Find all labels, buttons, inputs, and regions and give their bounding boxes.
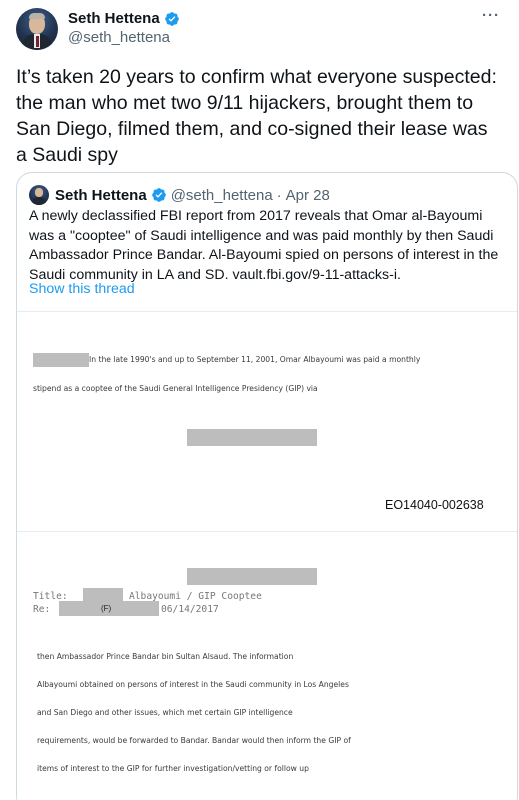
redaction-block	[33, 353, 89, 367]
author-avatar[interactable]	[16, 8, 58, 50]
tweet-text: It’s taken 20 years to confirm what ever…	[16, 66, 497, 166]
quoted-tweet[interactable]: Seth Hettena @seth_hettena · Apr 28 A ne…	[16, 172, 518, 800]
redaction-block	[187, 568, 317, 585]
verified-badge-icon	[164, 11, 179, 26]
more-horizontal-icon[interactable]: ···	[479, 8, 503, 28]
document-line: requirements, would be forwarded to Band…	[37, 736, 351, 745]
document-line: and San Diego and other issues, which me…	[37, 708, 293, 717]
author-handle[interactable]: @seth_hettena	[68, 29, 170, 46]
quoted-tweet-text: A newly declassified FBI report from 201…	[29, 208, 499, 283]
document-line: In the late 1990's and up to September 1…	[89, 355, 421, 364]
document-line: then Ambassador Prince Bandar bin Sultan…	[37, 652, 294, 661]
quoted-tweet-date[interactable]: Apr 28	[286, 187, 330, 204]
document-line: items of interest to the GIP for further…	[37, 764, 309, 773]
separator-dot: ·	[276, 186, 282, 204]
show-thread-link[interactable]: Show this thread	[29, 281, 135, 297]
author-name-row[interactable]: Seth Hettena	[68, 10, 180, 27]
tweet-header: Seth Hettena @seth_hettena ···	[16, 8, 503, 52]
page-divider	[17, 531, 517, 532]
re-date: 06/14/2017	[161, 604, 219, 615]
quoted-author-handle: @seth_hettena	[170, 186, 273, 204]
author-name[interactable]: Seth Hettena	[68, 10, 160, 27]
verified-badge-icon	[151, 188, 166, 202]
exemption-label: (F)	[101, 604, 112, 613]
document-line: Albayoumi obtained on persons of interes…	[37, 680, 349, 689]
quoted-author-name: Seth Hettena	[55, 186, 147, 204]
redaction-block	[187, 429, 317, 446]
quoted-tweet-header: Seth Hettena @seth_hettena · Apr 28	[29, 185, 330, 205]
document-id: EO14040-002638	[385, 498, 484, 512]
re-label: Re:	[33, 604, 51, 615]
document-line: stipend as a cooptee of the Saudi Genera…	[33, 384, 318, 393]
redaction-block	[83, 588, 123, 602]
quoted-author-avatar	[29, 185, 49, 205]
document-image[interactable]: In the late 1990's and up to September 1…	[17, 311, 517, 800]
